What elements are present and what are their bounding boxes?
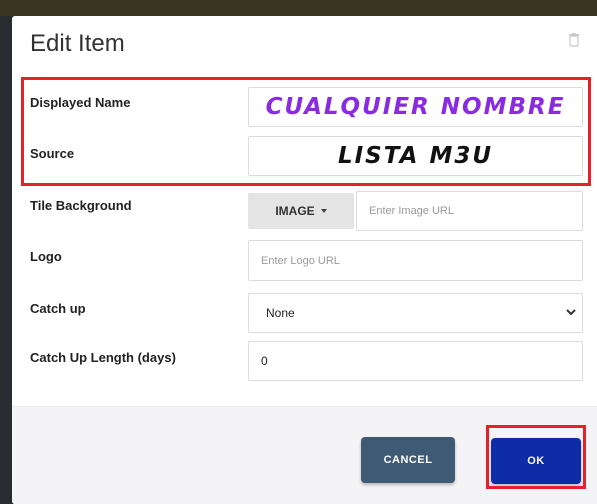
ok-button[interactable]: OK (491, 438, 581, 484)
logo-label: Logo (30, 249, 62, 264)
background-app-strip (0, 0, 597, 16)
caret-down-icon (320, 209, 327, 213)
tile-background-type-label: IMAGE (275, 204, 315, 218)
source-value: LISTA M3U (337, 143, 494, 169)
catch-up-value: None (266, 306, 295, 320)
logo-url-input[interactable]: Enter Logo URL (248, 240, 583, 281)
tile-background-type-dropdown[interactable]: IMAGE (248, 193, 354, 229)
image-url-placeholder: Enter Image URL (369, 205, 454, 217)
displayed-name-label: Displayed Name (30, 95, 131, 110)
dialog-title: Edit Item (30, 30, 125, 57)
displayed-name-value: CUALQUIER NOMBRE (265, 94, 566, 120)
edit-item-dialog: Edit Item Displayed Name CUALQUIER NOMBR… (12, 16, 597, 504)
catch-up-length-value: 0 (261, 354, 268, 368)
tile-background-label: Tile Background (30, 198, 132, 213)
chevron-down-icon (566, 309, 576, 316)
cancel-button[interactable]: CANCEL (361, 437, 455, 483)
image-url-input[interactable]: Enter Image URL (356, 191, 583, 231)
trash-icon[interactable] (569, 33, 579, 47)
source-label: Source (30, 146, 75, 161)
catch-up-label: Catch up (30, 301, 86, 316)
catch-up-length-input[interactable]: 0 (248, 341, 583, 381)
logo-url-placeholder: Enter Logo URL (261, 254, 340, 267)
catch-up-select[interactable]: None (248, 293, 583, 333)
catch-up-length-label: Catch Up Length (days) (30, 350, 176, 365)
